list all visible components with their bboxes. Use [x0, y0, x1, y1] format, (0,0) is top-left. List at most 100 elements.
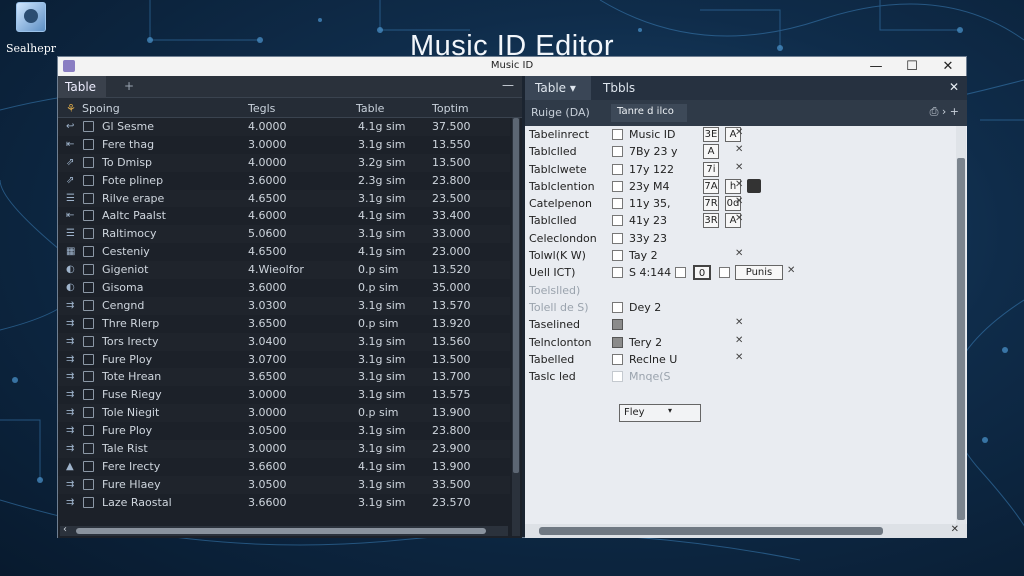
table-row[interactable]: ⇉ Cengnd 3.0300 3.1g sim 13.570 — [58, 296, 510, 315]
table-row[interactable]: ⇉ Fure Ploy 3.0700 3.1g sim 13.500 — [58, 351, 510, 369]
property-checkbox[interactable] — [719, 267, 730, 279]
close-button[interactable]: ✕ — [930, 57, 966, 76]
property-label: Tablclled — [529, 214, 577, 228]
filter-field[interactable]: Tanre d ilco — [611, 104, 687, 122]
property-checkbox[interactable] — [612, 215, 623, 227]
clear-value-icon[interactable]: ✕ — [735, 127, 743, 138]
scroll-thumb[interactable] — [539, 527, 883, 535]
tab-table[interactable]: Table — [58, 76, 106, 98]
clear-value-icon[interactable]: ✕ — [735, 352, 743, 363]
tab-tbbls[interactable]: Tbbls — [593, 76, 645, 100]
property-value-box[interactable]: 3E — [703, 127, 719, 142]
property-checkbox[interactable] — [612, 129, 623, 140]
table-row[interactable]: ⇗ Fote plinep 3.6000 2.3g sim 23.800 — [58, 172, 510, 190]
right-vertical-scrollbar[interactable] — [956, 126, 966, 538]
property-checkbox[interactable] — [675, 267, 686, 279]
property-checkbox[interactable] — [612, 267, 623, 279]
left-horizontal-scrollbar[interactable]: ‹ — [60, 524, 508, 536]
clear-value-icon[interactable]: ✕ — [735, 335, 743, 346]
property-value[interactable]: 17y 122 — [629, 163, 674, 176]
property-checkbox[interactable] — [612, 232, 623, 244]
table-row[interactable]: ⇉ Fure Hlaey 3.0500 3.1g sim 33.500 — [58, 475, 510, 494]
table-row[interactable]: ▲ Fere Irecty 3.6600 4.1g sim 13.900 — [58, 458, 510, 476]
clear-value-icon[interactable]: ✕ — [735, 213, 743, 224]
clear-value-icon[interactable]: ✕ — [735, 162, 743, 173]
property-value[interactable]: Tery 2 — [629, 336, 662, 349]
property-value[interactable]: Dey 2 — [629, 301, 661, 314]
property-value[interactable]: S 4:144 — [629, 266, 671, 279]
column-header-2[interactable]: Tegls — [248, 102, 275, 115]
clear-value-icon[interactable]: ✕ — [735, 248, 743, 259]
table-row[interactable]: ⇉ Fure Ploy 3.0500 3.1g sim 23.800 — [58, 422, 510, 440]
property-value[interactable]: 11y 35, — [629, 197, 671, 210]
property-checkbox[interactable] — [612, 163, 623, 175]
column-header-name[interactable]: Spoing — [82, 102, 120, 115]
table-row[interactable]: ⇉ Tote Hrean 3.6500 3.1g sim 13.700 — [58, 368, 510, 387]
table-row[interactable]: ⇤ Fere thag 3.0000 3.1g sim 13.550 — [58, 136, 510, 154]
left-vertical-scrollbar[interactable] — [512, 118, 520, 536]
external-link-icon[interactable] — [747, 178, 761, 193]
clear-value-icon[interactable]: ✕ — [735, 144, 743, 155]
table-row[interactable]: ⇉ Thre Rlerp 3.6500 0.p sim 13.920 — [58, 315, 510, 333]
property-value[interactable]: 33y 23 — [629, 232, 667, 245]
property-checkbox[interactable] — [612, 371, 623, 383]
pane-minimize-button[interactable]: — — [502, 78, 514, 92]
right-horizontal-scrollbar[interactable]: ✕ — [525, 524, 967, 538]
window-titlebar[interactable]: Music ID — ☐ ✕ — [58, 57, 966, 76]
maximize-button[interactable]: ☐ — [894, 57, 930, 76]
property-value-box[interactable]: 7i — [703, 161, 719, 177]
scroll-thumb[interactable] — [957, 158, 965, 520]
table-row[interactable]: ⇉ Tors Irecty 3.0400 3.1g sim 13.560 — [58, 332, 510, 351]
column-header-4[interactable]: Toptim — [432, 102, 469, 115]
tab-table-right[interactable]: Table ▾ — [525, 76, 591, 100]
property-value[interactable]: 41y 23 — [629, 214, 667, 227]
clear-value-icon[interactable]: ✕ — [735, 196, 743, 207]
property-value[interactable]: 7By 23 y — [629, 145, 678, 158]
property-value[interactable]: Tay 2 — [629, 249, 658, 262]
property-checkbox[interactable] — [612, 198, 623, 210]
row-type-icon: ⇤ — [66, 210, 75, 222]
table-row[interactable]: ◐ Gigeniot 4.Wieolfor 0.p sim 13.520 — [58, 261, 510, 280]
property-value[interactable]: Music ID — [629, 128, 676, 141]
table-row[interactable]: ⇉ Laze Raostal 3.6600 3.1g sim 23.570 — [58, 494, 510, 512]
property-checkbox[interactable] — [612, 336, 623, 348]
table-row[interactable]: ⇉ Fuse Riegy 3.0000 3.1g sim 13.575 — [58, 386, 510, 404]
table-row[interactable]: ▦ Cesteniy 4.6500 4.1g sim 23.000 — [58, 243, 510, 261]
table-row[interactable]: ⇤ Aaltc Paalst 4.6000 4.1g sim 33.400 — [58, 207, 510, 225]
property-checkbox[interactable] — [612, 301, 623, 313]
pane-close-button[interactable]: ✕ — [949, 80, 959, 94]
table-row[interactable]: ◐ Gisoma 3.6000 0.p sim 35.000 — [58, 279, 510, 297]
table-row[interactable]: ⇉ Tale Rist 3.0000 3.1g sim 23.900 — [58, 440, 510, 458]
property-value-box[interactable]: A — [703, 144, 719, 160]
property-value[interactable]: 23y M4 — [629, 180, 670, 193]
toolbar-icons[interactable]: ⎙ › + — [930, 105, 959, 119]
table-row[interactable]: ☰ Rilve erape 4.6500 3.1g sim 23.500 — [58, 189, 510, 208]
property-checkbox[interactable] — [612, 180, 623, 192]
column-header-3[interactable]: Table — [356, 102, 384, 115]
table-row[interactable]: ⇉ Tole Niegit 3.0000 0.p sim 13.900 — [58, 404, 510, 423]
property-value-box[interactable]: 7A — [703, 178, 719, 194]
clear-value-icon[interactable]: ✕ — [735, 179, 743, 190]
scroll-thumb[interactable] — [76, 528, 486, 534]
value-dropdown[interactable]: Fley ▾ — [619, 404, 701, 422]
property-value-box[interactable]: 7R — [703, 196, 719, 212]
property-value-box[interactable]: 3R — [703, 213, 719, 229]
property-checkbox[interactable] — [612, 319, 623, 331]
scroll-thumb[interactable] — [513, 118, 519, 473]
table-row[interactable]: ↩ Gl Sesme 4.0000 4.1g sim 37.500 — [58, 118, 510, 136]
property-checkbox[interactable] — [612, 146, 623, 158]
scroll-end-icon[interactable]: ✕ — [951, 524, 959, 535]
property-value-box[interactable]: Punis — [735, 265, 783, 281]
table-row[interactable]: ⇗ To Dmisp 4.0000 3.2g sim 13.500 — [58, 153, 510, 172]
minimize-button[interactable]: — — [858, 57, 894, 76]
property-value-box[interactable]: 0 — [693, 265, 711, 281]
add-tab-button[interactable]: + — [124, 79, 134, 93]
scroll-left-arrow[interactable]: ‹ — [63, 524, 67, 535]
clear-value-icon[interactable]: ✕ — [735, 317, 743, 328]
property-checkbox[interactable] — [612, 353, 623, 365]
property-value[interactable]: Reclne U — [629, 353, 677, 366]
clear-value-icon[interactable]: ✕ — [787, 265, 795, 276]
property-checkbox[interactable] — [612, 250, 623, 262]
table-row[interactable]: ☰ Raltimocy 5.0600 3.1g sim 33.000 — [58, 225, 510, 244]
property-value[interactable]: Mnqe(S — [629, 370, 671, 383]
